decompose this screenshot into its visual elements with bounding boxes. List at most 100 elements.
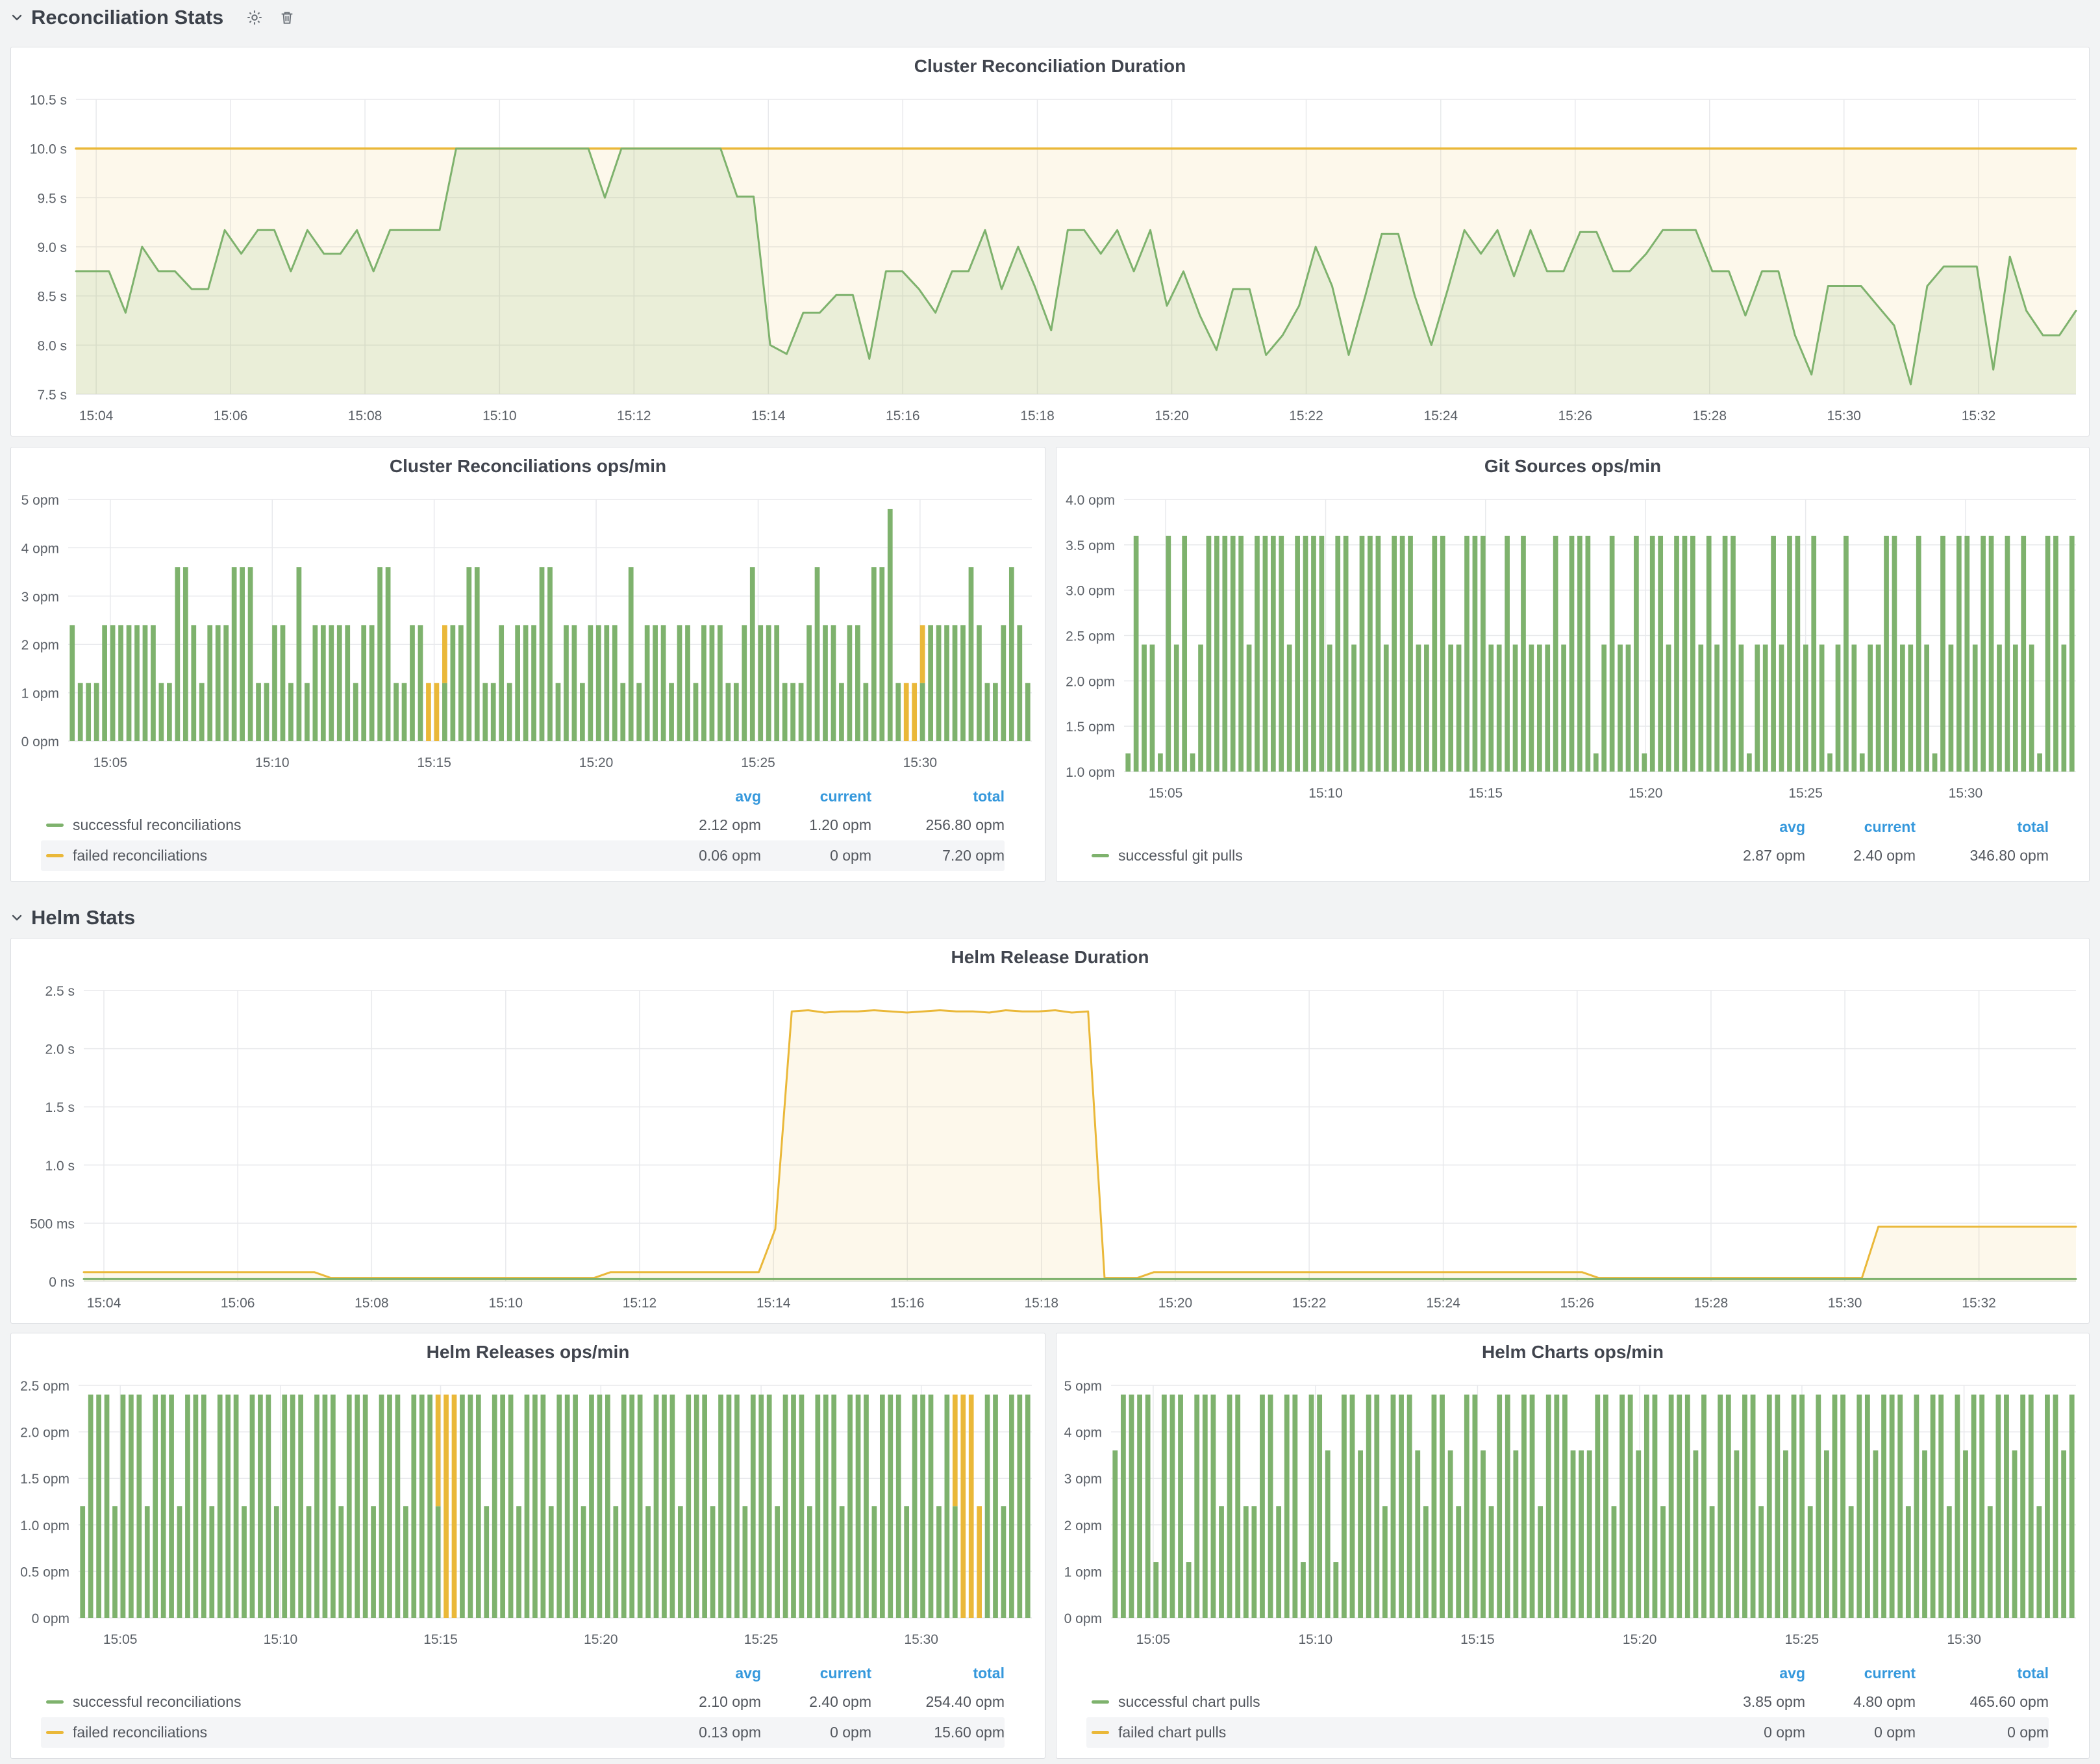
svg-text:15:25: 15:25: [741, 755, 775, 770]
svg-text:15:15: 15:15: [1460, 1632, 1495, 1647]
panel-title[interactable]: Cluster Reconciliations ops/min: [11, 447, 1045, 485]
panel-title[interactable]: Git Sources ops/min: [1056, 447, 2089, 485]
svg-text:1.5 opm: 1.5 opm: [20, 1472, 69, 1487]
section-header-helm-stats[interactable]: Helm Stats: [9, 903, 147, 933]
bar-chart-plot[interactable]: 5 opm4 opm3 opm2 opm1 opm0 opm15:0515:10…: [11, 485, 1045, 783]
legend-avg-value: 3.85 opm: [1695, 1693, 1805, 1711]
svg-text:15:04: 15:04: [87, 1296, 121, 1311]
legend-sort-total[interactable]: total: [871, 788, 1005, 805]
svg-text:2.0 opm: 2.0 opm: [20, 1426, 69, 1441]
legend-sort-current[interactable]: current: [761, 788, 871, 805]
legend-total-value: 465.60 opm: [1916, 1693, 2049, 1711]
svg-text:4 opm: 4 opm: [1064, 1426, 1102, 1441]
svg-text:15:05: 15:05: [103, 1632, 138, 1647]
svg-text:15:20: 15:20: [1623, 1632, 1657, 1647]
svg-text:15:30: 15:30: [1949, 786, 1983, 801]
panel-title[interactable]: Helm Release Duration: [11, 939, 2089, 976]
chevron-down-icon: [9, 10, 25, 25]
panel-cluster-reconciliations-opm: Cluster Reconciliations ops/min 5 opm 4 o…: [10, 447, 1045, 882]
svg-text:0.5 opm: 0.5 opm: [20, 1565, 69, 1580]
svg-text:15:10: 15:10: [482, 409, 517, 423]
legend-sort-total[interactable]: total: [871, 1665, 1005, 1682]
section-title: Helm Stats: [31, 906, 135, 929]
svg-text:5 opm: 5 opm: [21, 493, 59, 508]
legend-avg-value: 0.13 opm: [651, 1724, 761, 1741]
svg-text:1.5 opm: 1.5 opm: [1066, 720, 1115, 735]
svg-text:15:18: 15:18: [1020, 409, 1055, 423]
series-color-dash: [46, 1731, 64, 1734]
bar-chart-plot[interactable]: 5 opm4 opm3 opm2 opm1 opm0 opm15:0515:10…: [1056, 1371, 2089, 1659]
legend-header: avg current total: [1086, 1659, 2049, 1687]
legend-row: failed chart pulls 0 opm 0 opm 0 opm: [1086, 1717, 2049, 1748]
legend-series-label[interactable]: failed reconciliations: [73, 847, 207, 864]
svg-text:2.5 opm: 2.5 opm: [20, 1379, 69, 1394]
legend-total-value: 346.80 opm: [1916, 847, 2049, 864]
legend-sort-avg[interactable]: avg: [1695, 818, 1805, 836]
svg-text:15:12: 15:12: [617, 409, 651, 423]
svg-text:15:10: 15:10: [1298, 1632, 1332, 1647]
svg-text:15:05: 15:05: [94, 755, 128, 770]
trash-icon: [279, 9, 295, 26]
section-delete-button[interactable]: [274, 5, 300, 31]
svg-text:2.0 s: 2.0 s: [45, 1042, 75, 1057]
svg-text:15:16: 15:16: [886, 409, 920, 423]
svg-text:15:26: 15:26: [1560, 1296, 1594, 1311]
legend-series-label[interactable]: successful git pulls: [1118, 847, 1243, 864]
svg-text:15:30: 15:30: [1828, 1296, 1862, 1311]
legend-sort-current[interactable]: current: [761, 1665, 871, 1682]
legend-current-value: 1.20 opm: [761, 816, 871, 834]
section-header-reconciliation-stats[interactable]: Reconciliation Stats: [9, 3, 300, 32]
svg-text:15:16: 15:16: [890, 1296, 925, 1311]
svg-text:15:26: 15:26: [1558, 409, 1592, 423]
svg-text:15:22: 15:22: [1292, 1296, 1327, 1311]
legend-series-label[interactable]: failed chart pulls: [1118, 1724, 1226, 1741]
panel-title[interactable]: Helm Releases ops/min: [11, 1333, 1045, 1371]
legend-current-value: 2.40 opm: [761, 1693, 871, 1711]
legend-series-label[interactable]: failed reconciliations: [73, 1724, 207, 1741]
svg-text:2.5 opm: 2.5 opm: [1066, 629, 1115, 644]
svg-text:15:24: 15:24: [1424, 409, 1458, 423]
legend-sort-total[interactable]: total: [1916, 1665, 2049, 1682]
time-series-plot[interactable]: 2.5 s2.0 s1.5 s1.0 s500 ms0 ns15:0415:06…: [11, 976, 2089, 1323]
series-color-dash: [46, 854, 64, 857]
panel-title[interactable]: Cluster Reconciliation Duration: [11, 47, 2089, 85]
bar-chart-plot[interactable]: 4.0 opm3.5 opm3.0 opm2.5 opm2.0 opm1.5 o…: [1056, 485, 2089, 813]
svg-text:15:30: 15:30: [903, 755, 938, 770]
svg-text:15:05: 15:05: [1136, 1632, 1171, 1647]
legend-series-label[interactable]: successful chart pulls: [1118, 1693, 1260, 1711]
svg-text:15:08: 15:08: [355, 1296, 389, 1311]
legend-sort-current[interactable]: current: [1805, 1665, 1916, 1682]
svg-text:0 opm: 0 opm: [32, 1611, 69, 1626]
bar-chart-plot[interactable]: 2.5 opm2.0 opm1.5 opm1.0 opm0.5 opm0 opm…: [11, 1371, 1045, 1659]
legend-row: successful reconciliations 2.12 opm 1.20…: [41, 810, 1005, 840]
svg-text:7.5 s: 7.5 s: [37, 388, 67, 403]
svg-text:15:04: 15:04: [79, 409, 114, 423]
legend-sort-avg[interactable]: avg: [651, 1665, 761, 1682]
svg-text:1.0 s: 1.0 s: [45, 1159, 75, 1174]
legend-sort-current[interactable]: current: [1805, 818, 1916, 836]
section-settings-button[interactable]: [242, 5, 268, 31]
svg-text:0 ns: 0 ns: [49, 1275, 75, 1290]
svg-text:15:25: 15:25: [744, 1632, 779, 1647]
svg-text:15:22: 15:22: [1289, 409, 1323, 423]
legend-sort-total[interactable]: total: [1916, 818, 2049, 836]
panel-title[interactable]: Helm Charts ops/min: [1056, 1333, 2089, 1371]
legend-sort-avg[interactable]: avg: [1695, 1665, 1805, 1682]
legend-total-value: 7.20 opm: [871, 847, 1005, 864]
svg-text:4 opm: 4 opm: [21, 541, 59, 556]
legend-row: successful chart pulls 3.85 opm 4.80 opm…: [1086, 1687, 2049, 1717]
panel-helm-charts-opm: Helm Charts ops/min 5 opm4 opm3 opm2 opm…: [1056, 1333, 2090, 1759]
legend-sort-avg[interactable]: avg: [651, 788, 761, 805]
svg-text:15:28: 15:28: [1692, 409, 1727, 423]
svg-text:15:05: 15:05: [1149, 786, 1183, 801]
svg-text:15:10: 15:10: [264, 1632, 298, 1647]
svg-text:15:30: 15:30: [1947, 1632, 1981, 1647]
legend-avg-value: 2.87 opm: [1695, 847, 1805, 864]
legend-total-value: 254.40 opm: [871, 1693, 1005, 1711]
legend-series-label[interactable]: successful reconciliations: [73, 816, 242, 834]
time-series-plot[interactable]: 10.5 s10.0 s9.5 s9.0 s8.5 s8.0 s7.5 s15:…: [11, 85, 2089, 436]
series-color-dash: [46, 1700, 64, 1704]
svg-text:15:24: 15:24: [1426, 1296, 1460, 1311]
legend-series-label[interactable]: successful reconciliations: [73, 1693, 242, 1711]
legend-header: avg current total: [1086, 813, 2049, 840]
